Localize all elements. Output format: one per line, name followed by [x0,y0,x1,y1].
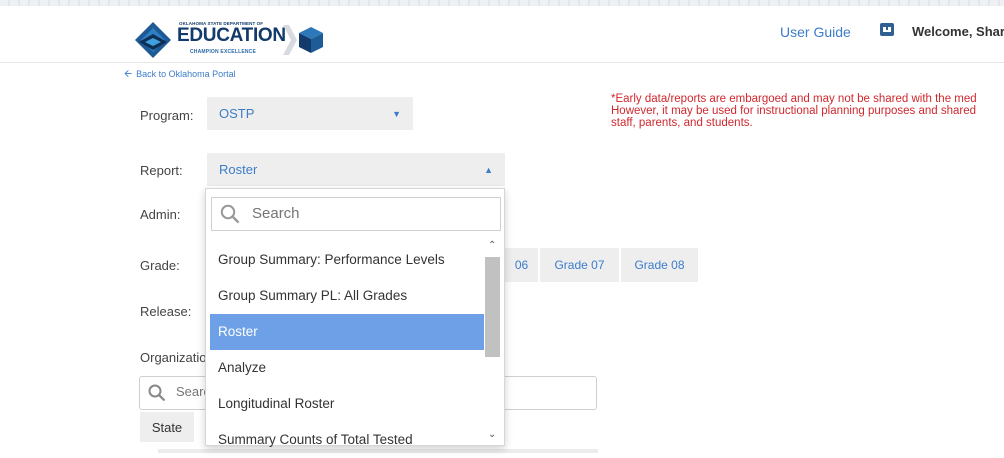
release-label: Release: [140,304,192,319]
grade-08-button[interactable]: Grade 08 [621,248,698,282]
caret-up-icon: ▲ [484,164,493,175]
grade-06-button[interactable]: 06 [505,248,538,282]
report-dropdown: Group Summary: Performance Levels Group … [205,188,505,447]
option-analyze[interactable]: Analyze [210,350,484,386]
option-longitudinal-roster[interactable]: Longitudinal Roster [210,386,484,422]
report-select[interactable]: Roster ▲ [207,153,505,186]
state-button[interactable]: State [140,412,194,442]
user-guide-link[interactable]: User Guide [780,24,851,40]
option-roster[interactable]: Roster [210,314,484,350]
logo-main-text: EDUCATION [177,25,286,46]
back-link-label: Back to Oklahoma Portal [136,69,236,79]
admin-label: Admin: [140,207,181,222]
organization-label: Organizatio [140,350,207,365]
chevron-logo-icon [283,25,297,55]
search-icon [148,384,166,402]
embargo-notice: *Early data/reports are embargoed and ma… [611,93,1004,129]
dropdown-scrollbar[interactable]: ⌃ ⌄ [485,240,500,445]
program-select[interactable]: OSTP ▼ [207,97,413,130]
scrollbar-thumb[interactable] [485,257,500,357]
arrow-left-icon: 🡨 [124,69,133,80]
welcome-text: Welcome, Sharr [912,24,1004,39]
notice-line-2: However, it may be used for instructiona… [611,105,977,117]
diamond-logo-icon [135,22,171,58]
report-select-value: Roster [219,162,258,177]
program-select-value: OSTP [219,106,255,121]
caret-down-icon: ▼ [392,108,401,119]
notice-line-3: staff, parents, and students. [611,117,753,129]
download-icon[interactable] [880,23,894,36]
state-button-label: State [151,419,183,435]
logo-tagline: CHAMPION EXCELLENCE [190,49,257,55]
header: OKLAHOMA STATE DEPARTMENT OF EDUCATION C… [0,6,1004,63]
option-group-summary-pl-all-grades[interactable]: Group Summary PL: All Grades [210,278,484,314]
program-label: Program: [140,108,194,123]
grade-06-label: 06 [514,258,529,272]
scroll-up-icon[interactable]: ⌃ [488,240,496,251]
grade-07-button[interactable]: Grade 07 [540,248,619,282]
grade-08-label: Grade 08 [634,258,685,272]
report-label: Report: [140,163,183,178]
scroll-down-icon[interactable]: ⌄ [488,429,496,440]
search-icon [220,204,240,224]
notice-line-1: *Early data/reports are embargoed and ma… [611,93,977,105]
dropdown-search[interactable] [211,197,501,231]
cube-logo-icon [299,27,323,53]
grade-label: Grade: [140,258,180,273]
option-group-summary-performance-levels[interactable]: Group Summary: Performance Levels [210,242,484,278]
osde-logo[interactable]: OKLAHOMA STATE DEPARTMENT OF EDUCATION C… [133,20,323,60]
dropdown-options: Group Summary: Performance Levels Group … [210,242,484,458]
back-to-portal-link[interactable]: 🡨 Back to Oklahoma Portal [124,67,236,84]
dropdown-search-input[interactable] [250,204,494,223]
grade-07-label: Grade 07 [554,258,605,272]
